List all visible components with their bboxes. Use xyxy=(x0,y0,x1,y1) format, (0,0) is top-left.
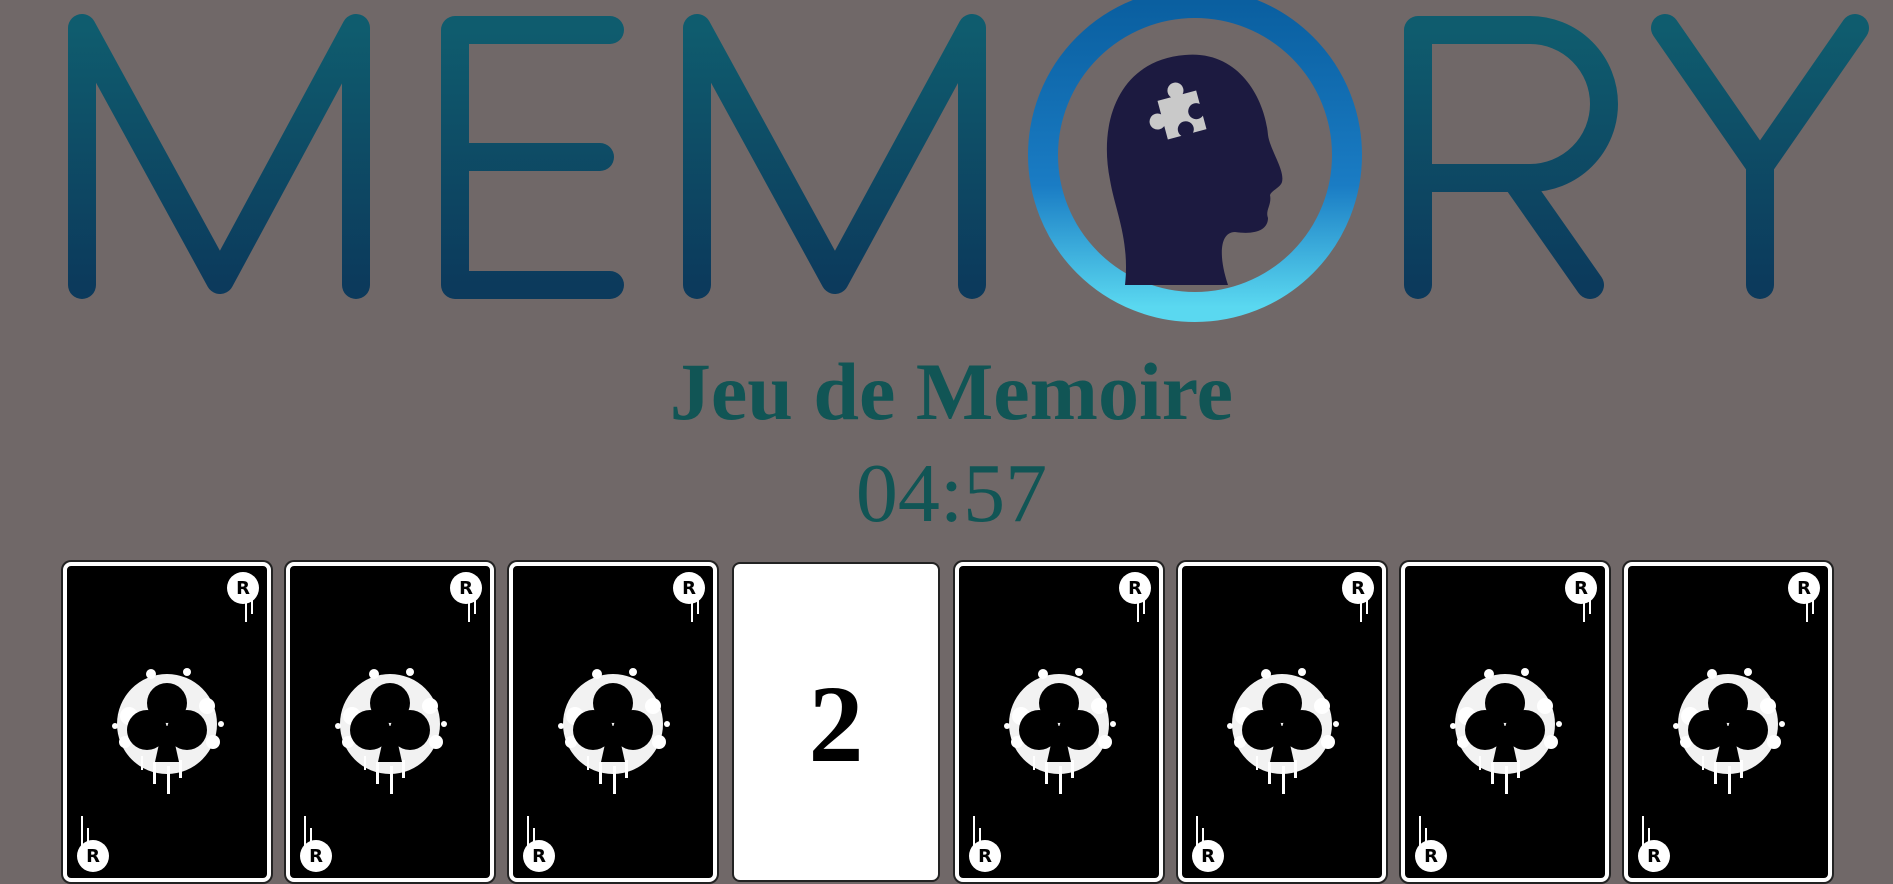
svg-text:R: R xyxy=(1128,578,1142,599)
svg-text:R: R xyxy=(1574,578,1588,599)
logo-letter-r xyxy=(1404,16,1618,299)
card-back[interactable]: R R xyxy=(286,562,494,882)
card-back[interactable]: R R xyxy=(1624,562,1832,882)
svg-text:R: R xyxy=(1647,846,1661,867)
card-back[interactable]: R R xyxy=(63,562,271,882)
memory-logo-graphic xyxy=(68,0,1869,322)
svg-text:R: R xyxy=(532,846,546,867)
svg-text:R: R xyxy=(86,846,100,867)
game-timer: 04:57 xyxy=(855,447,1048,540)
club-splash-icon: R R xyxy=(969,572,1151,872)
club-splash-icon: R R xyxy=(523,572,705,872)
club-splash-icon: R R xyxy=(77,572,259,872)
memory-logo xyxy=(0,0,1893,330)
logo-letter-y xyxy=(1651,14,1869,299)
logo-letter-m2 xyxy=(683,14,986,299)
brain-puzzle-head-icon xyxy=(1106,54,1283,285)
svg-text:R: R xyxy=(1424,846,1438,867)
svg-text:R: R xyxy=(1797,578,1811,599)
card-back[interactable]: R R xyxy=(509,562,717,882)
svg-text:R: R xyxy=(978,846,992,867)
card-back[interactable]: R R xyxy=(955,562,1163,882)
club-splash-icon: R R xyxy=(300,572,482,872)
svg-text:R: R xyxy=(236,578,250,599)
svg-text:R: R xyxy=(1201,846,1215,867)
svg-text:R: R xyxy=(682,578,696,599)
club-splash-icon: R R xyxy=(1415,572,1597,872)
card-board: R R R R R R 2 R R R R R R R R xyxy=(63,562,1835,884)
logo-letter-e xyxy=(441,16,624,299)
svg-text:R: R xyxy=(309,846,323,867)
card-value: 2 xyxy=(808,663,864,785)
svg-text:R: R xyxy=(1351,578,1365,599)
club-splash-icon: R R xyxy=(1192,572,1374,872)
club-splash-icon: R R xyxy=(1638,572,1820,872)
card-back[interactable]: R R xyxy=(1178,562,1386,882)
game-title: Jeu de Memoire xyxy=(669,346,1234,437)
card-back[interactable]: R R xyxy=(1401,562,1609,882)
svg-text:R: R xyxy=(459,578,473,599)
logo-letter-m1 xyxy=(68,14,370,299)
card-revealed[interactable]: 2 xyxy=(732,562,940,882)
